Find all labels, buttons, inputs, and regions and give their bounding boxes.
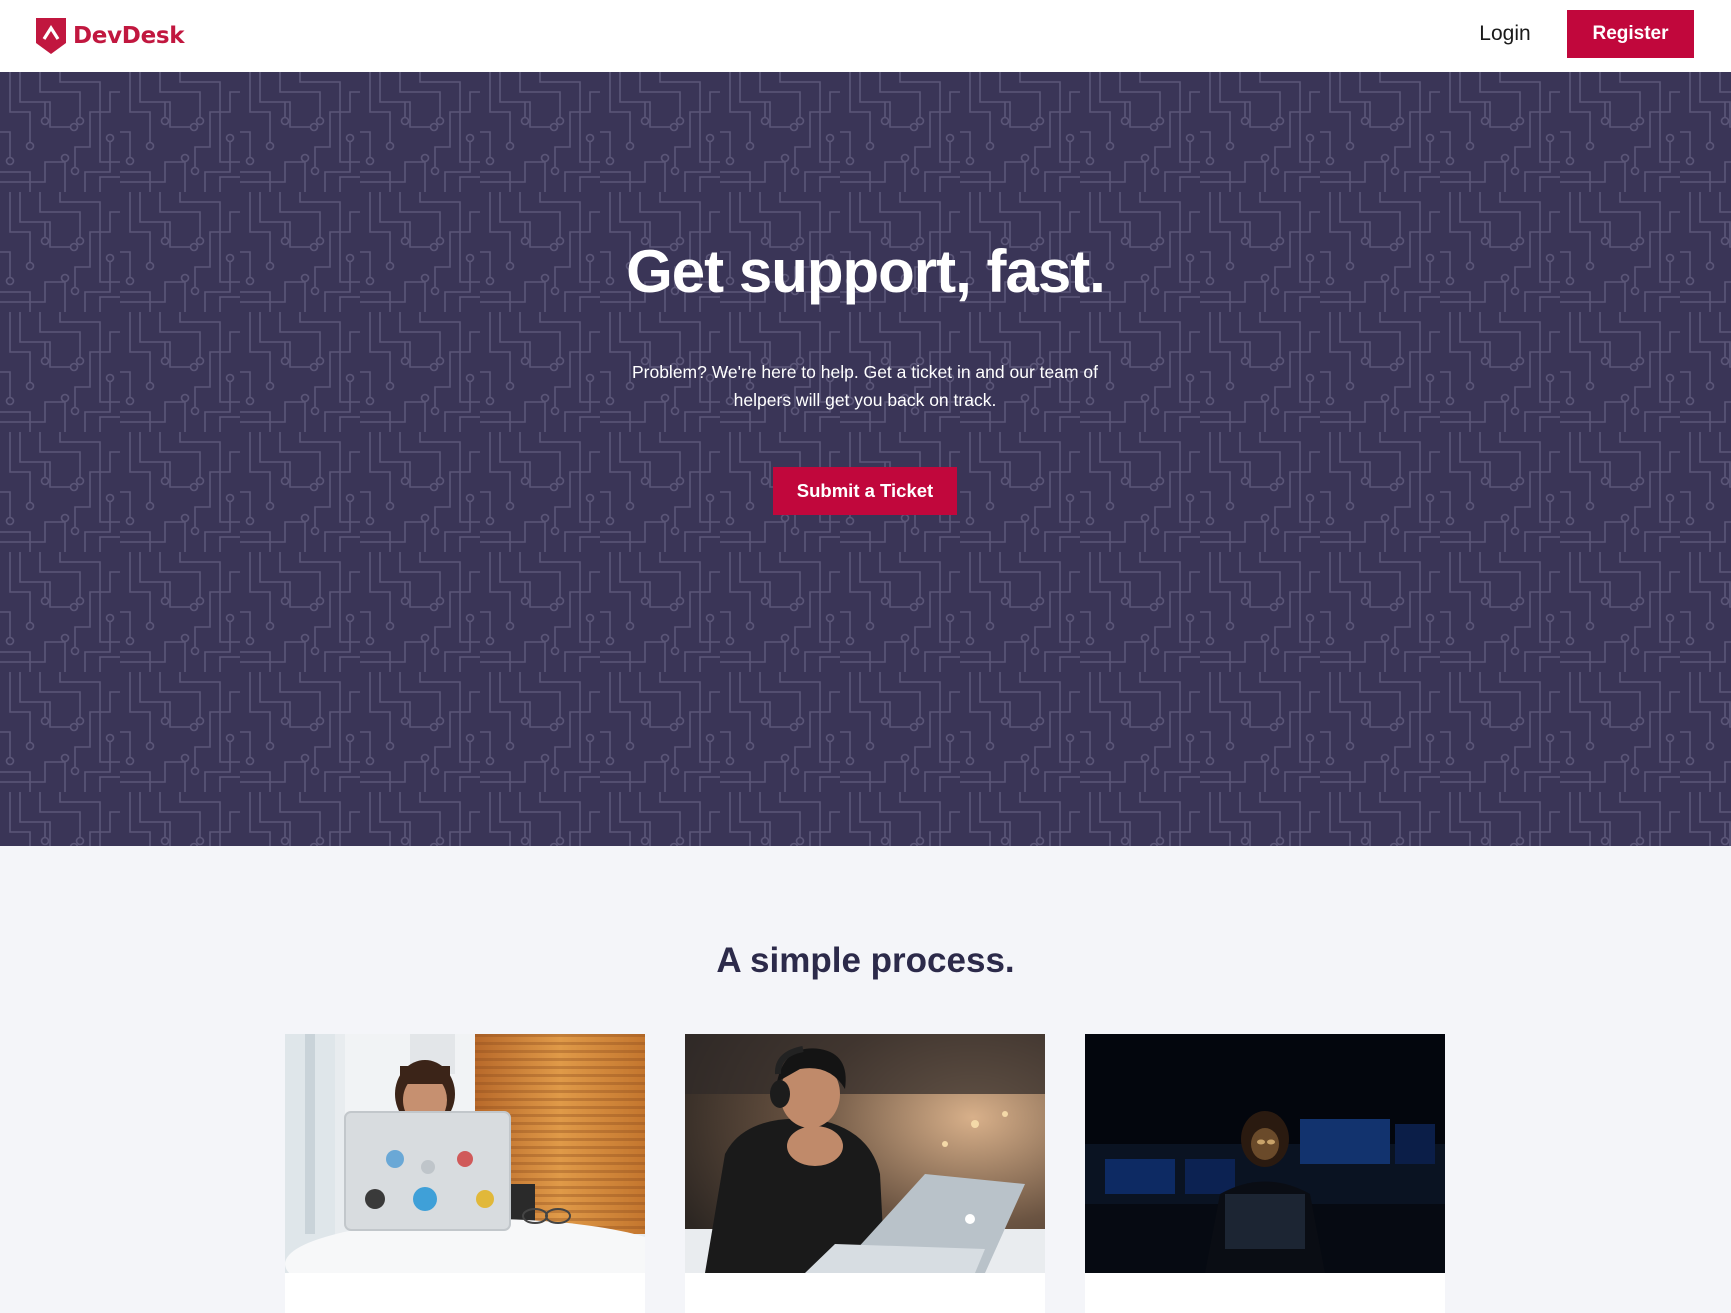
hero-title: Get support, fast. [626,238,1106,305]
site-header: DevDesk Login Register [0,0,1731,72]
brand-logo[interactable]: DevDesk [35,17,185,55]
brand-name: DevDesk [73,23,185,49]
submit-ticket-button[interactable]: Submit a Ticket [773,467,957,515]
hero-section: Get support, fast. Problem? We're here t… [0,72,1731,846]
login-link[interactable]: Login [1457,14,1553,54]
register-button[interactable]: Register [1567,10,1694,58]
hero-subtitle: Problem? We're here to help. Get a ticke… [631,362,1099,410]
shield-logo-icon [36,18,66,54]
person-laptop-dark-room-photo [1085,1034,1445,1273]
process-section-title: A simple process. [716,941,1015,980]
circuit-pattern-background [0,72,1731,846]
process-card-1 [285,1034,645,1313]
process-card-2 [685,1034,1045,1313]
process-card-3 [1085,1034,1445,1313]
man-with-headphones-laptop-photo [685,1034,1045,1273]
woman-with-laptop-stickers-photo [285,1034,645,1273]
